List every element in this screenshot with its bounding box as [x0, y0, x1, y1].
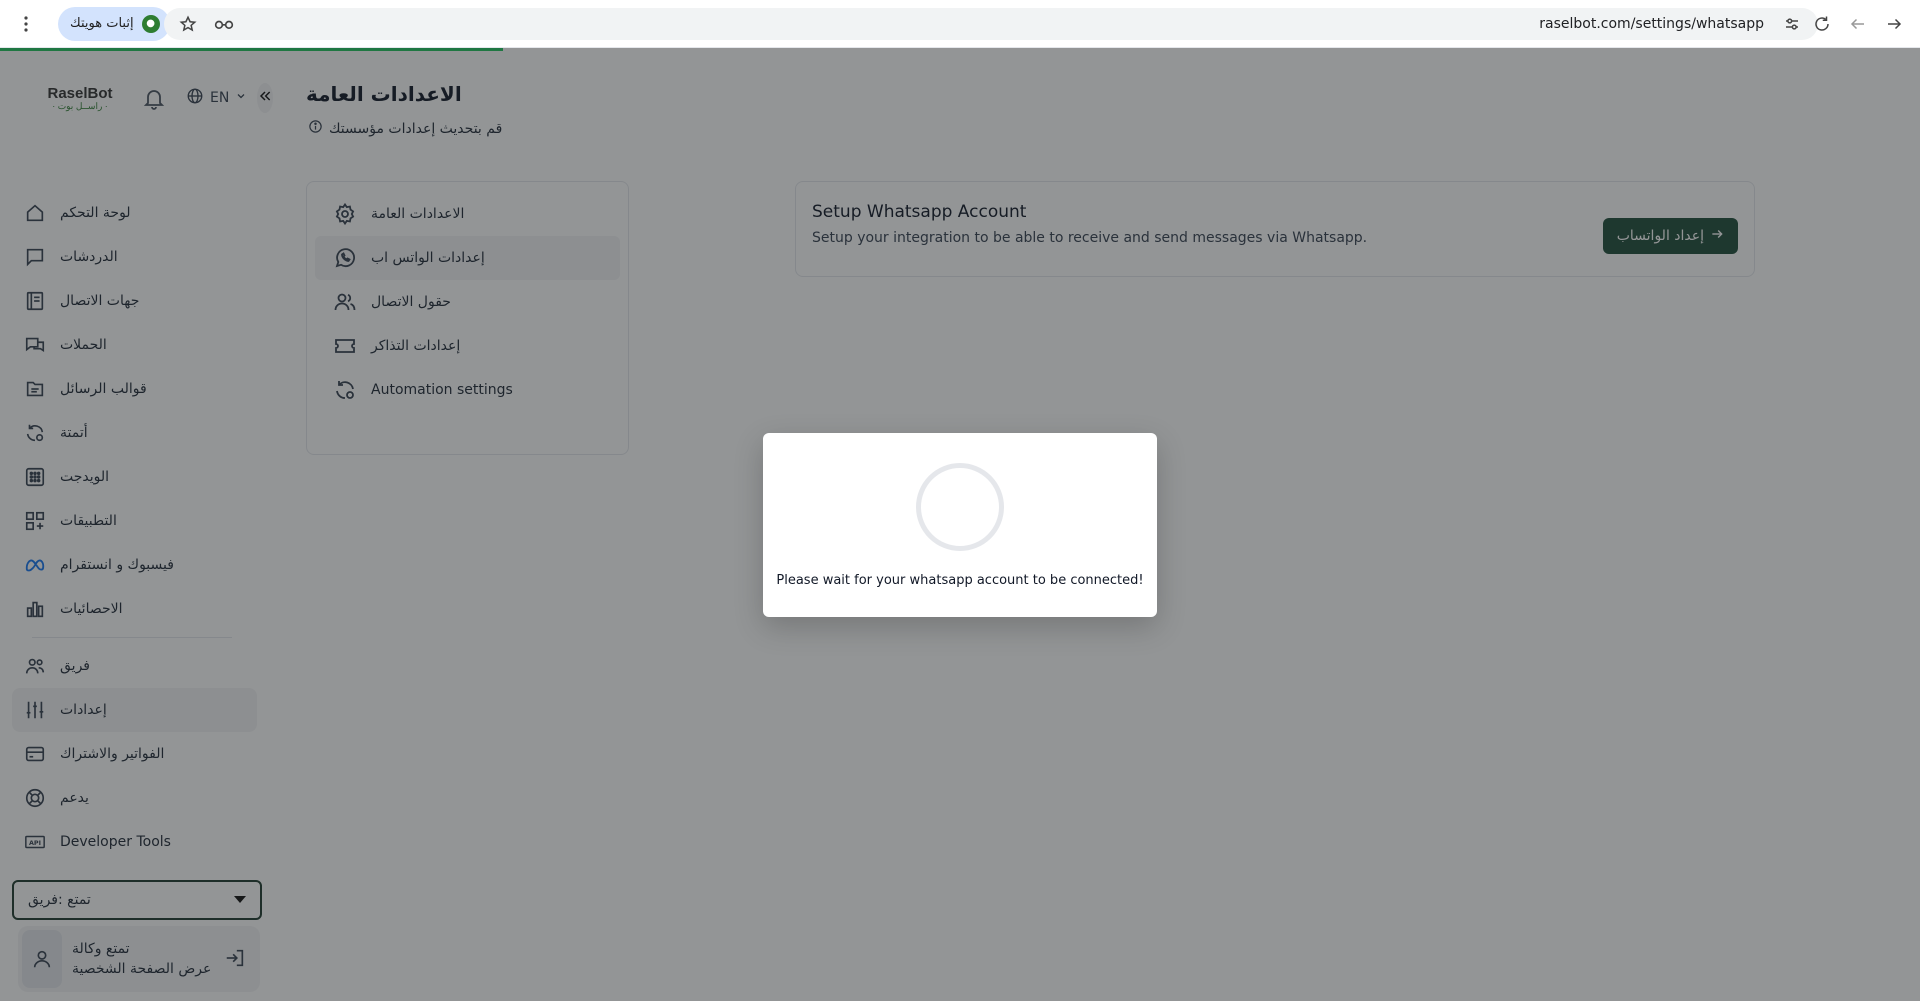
modal-message: Please wait for your whatsapp account to…: [776, 573, 1144, 588]
more-vert-icon[interactable]: [8, 6, 44, 42]
forward-arrow-icon[interactable]: [1876, 6, 1912, 42]
profile-chip[interactable]: إثبات هويتك ●: [58, 6, 170, 41]
address-bar[interactable]: raselbot.com/settings/whatsapp: [164, 8, 1818, 40]
browser-toolbar: إثبات هويتك ● raselbot.com/settings/what…: [0, 0, 1920, 48]
profile-avatar-icon: ●: [141, 14, 160, 33]
reload-icon[interactable]: [1804, 6, 1840, 42]
connecting-modal: Please wait for your whatsapp account to…: [763, 433, 1157, 617]
incognito-glasses-icon[interactable]: [206, 6, 242, 42]
url-text: raselbot.com/settings/whatsapp: [1539, 16, 1764, 32]
back-arrow-icon[interactable]: [1840, 6, 1876, 42]
bookmark-star-icon[interactable]: [170, 6, 206, 42]
loading-spinner-icon: [916, 463, 1004, 551]
profile-chip-label: إثبات هويتك: [70, 16, 134, 31]
